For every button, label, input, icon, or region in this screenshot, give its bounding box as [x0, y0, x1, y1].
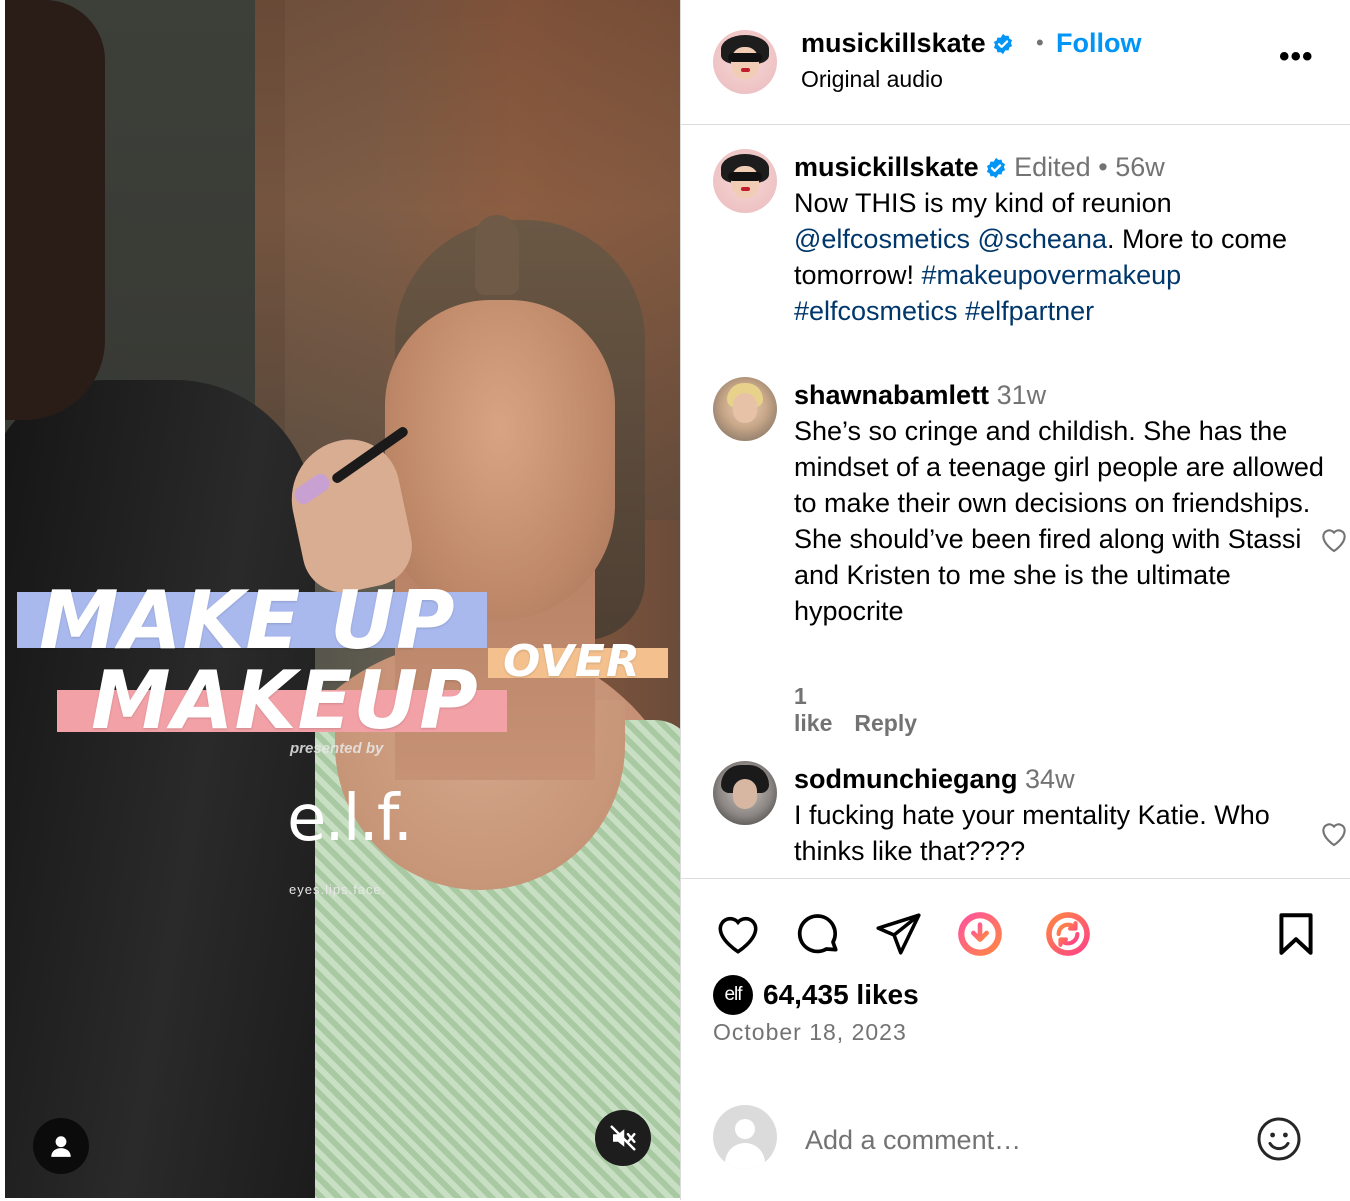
comment-actions: 1 like Reply [794, 683, 939, 737]
avatar-placeholder-head [735, 1119, 755, 1139]
comment-like-heart-icon[interactable] [1317, 817, 1350, 849]
likes-summary[interactable]: elf 64,435 likes [713, 973, 919, 1017]
more-options-button[interactable]: ••• [1279, 40, 1314, 74]
avatar-face [730, 165, 760, 198]
video-title-line-2: MAKEUP [91, 654, 479, 747]
comment-body: shawnabamlett 31w She’s so cringe and ch… [794, 377, 1324, 629]
avatar-face [733, 779, 757, 809]
comment-icon[interactable] [793, 909, 843, 959]
author-avatar[interactable] [713, 30, 777, 94]
comment-text: I fucking hate your mentality Katie. Who… [794, 800, 1270, 866]
muted-speaker-icon [610, 1125, 636, 1151]
caption-age[interactable]: 56w [1115, 152, 1165, 182]
reel-video[interactable]: MAKE UP OVER MAKEUP presented by e.l.f. … [5, 0, 680, 1198]
avatar-face [733, 393, 757, 423]
share-icon[interactable] [873, 909, 923, 959]
author-username: musickillskate [801, 28, 986, 58]
elf-logo: e.l.f. [287, 782, 413, 856]
mute-toggle-button[interactable] [595, 1110, 651, 1166]
caption-separator-dot: • [1098, 152, 1108, 182]
header-separator-dot: • [1036, 30, 1044, 55]
video-title-over: OVER [503, 636, 641, 687]
caption-author-avatar[interactable] [713, 149, 777, 213]
add-comment-input[interactable] [803, 1117, 1227, 1163]
comment-body: sodmunchiegang 34w I fucking hate your m… [794, 761, 1324, 869]
comment-username[interactable]: shawnabamlett [794, 380, 989, 410]
add-comment-bar [681, 1095, 1350, 1201]
avatar-sunglasses [728, 53, 762, 62]
elf-tagline: eyes.lips.face. [289, 882, 387, 897]
post-side-panel: musickillskate • Follow Original audio •… [680, 0, 1350, 1200]
avatar-face [730, 46, 760, 79]
caption-mention-scheana[interactable]: @scheana [977, 224, 1107, 254]
avatar-lips [741, 68, 751, 73]
video-subject-ponytail [475, 215, 519, 295]
download-icon[interactable] [955, 909, 1005, 959]
comment-age[interactable]: 34w [1025, 764, 1075, 794]
caption-mention-elfcosmetics[interactable]: @elfcosmetics [794, 224, 970, 254]
caption-hashtag-elfpartner[interactable]: #elfpartner [965, 296, 1094, 326]
bookmark-icon[interactable] [1271, 909, 1321, 959]
verified-badge-icon [986, 157, 1005, 179]
comments-list[interactable]: musickillskate Edited • 56w Now THIS is … [681, 125, 1350, 877]
tagged-users-button[interactable] [33, 1118, 89, 1174]
emoji-icon[interactable] [1255, 1115, 1303, 1163]
avatar-placeholder-body [725, 1143, 765, 1169]
caption-text-1: Now THIS is my kind of reunion [794, 188, 1172, 218]
comment-like-count[interactable]: 1 like [794, 683, 832, 736]
heart-icon[interactable] [713, 909, 763, 959]
user-icon [51, 1136, 71, 1157]
presented-by-text: presented by [290, 740, 384, 757]
verified-badge-icon [993, 33, 1012, 55]
avatar-lips [741, 187, 751, 192]
like-count[interactable]: 64,435 likes [763, 979, 919, 1011]
comment-age[interactable]: 31w [997, 380, 1047, 410]
post-actions: elf 64,435 likes October 18, 2023 [681, 878, 1350, 1201]
current-user-avatar [713, 1105, 777, 1169]
follow-button[interactable]: Follow [1056, 28, 1141, 59]
original-audio-link[interactable]: Original audio [801, 66, 943, 93]
video-artist-jacket [5, 380, 315, 1198]
author-username-link[interactable]: musickillskate [801, 28, 1014, 59]
caption-body: musickillskate Edited • 56w Now THIS is … [794, 149, 1324, 329]
commenter-avatar[interactable] [713, 377, 777, 441]
caption-username[interactable]: musickillskate [794, 152, 979, 182]
post-header: musickillskate • Follow Original audio •… [681, 0, 1350, 125]
caption-edited-label: Edited [1014, 152, 1091, 182]
comment-reply-button[interactable]: Reply [854, 710, 917, 736]
video-artist-hair [5, 0, 105, 420]
avatar-sunglasses [728, 172, 762, 181]
caption-hashtag-makeupovermakeup[interactable]: #makeupovermakeup [922, 260, 1182, 290]
repost-icon[interactable] [1043, 909, 1093, 959]
comment-text: She’s so cringe and childish. She has th… [794, 416, 1324, 626]
video-subject-face [385, 300, 615, 620]
commenter-avatar[interactable] [713, 761, 777, 825]
liker-avatar: elf [713, 975, 753, 1015]
caption-hashtag-elfcosmetics[interactable]: #elfcosmetics [794, 296, 958, 326]
comment-like-heart-icon[interactable] [1317, 523, 1350, 555]
comment-username[interactable]: sodmunchiegang [794, 764, 1018, 794]
post-date[interactable]: October 18, 2023 [713, 1019, 907, 1046]
